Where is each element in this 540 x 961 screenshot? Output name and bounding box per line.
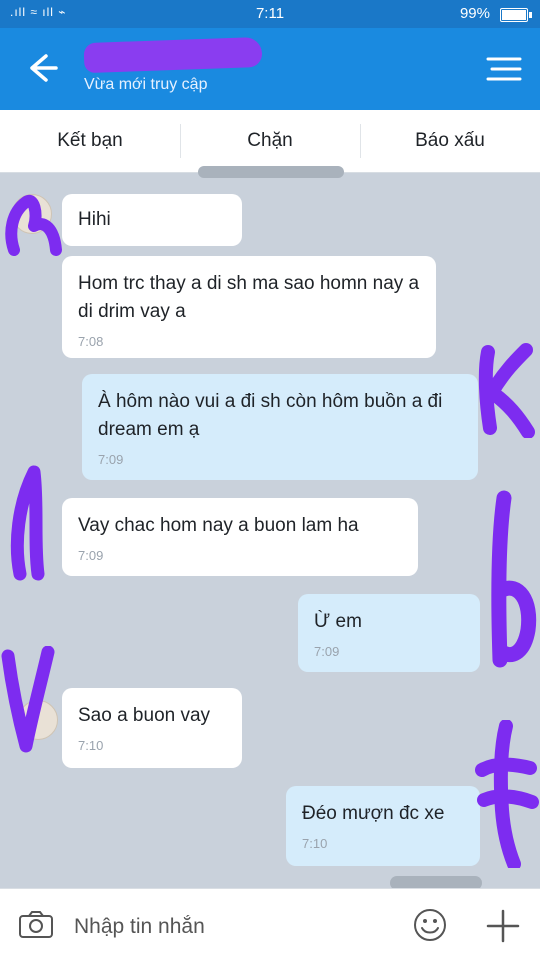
message-bubble-incoming[interactable]: Hom trc thay a di sh ma sao homn nay a d… — [62, 256, 436, 358]
message-bubble-outgoing[interactable]: Đéo mượn đc xe 7:10 — [286, 786, 480, 866]
plus-icon[interactable] — [486, 909, 520, 943]
message-bubble-incoming[interactable]: Hihi — [62, 194, 242, 246]
message-time: 7:09 — [314, 644, 340, 659]
message-list[interactable]: Hihi Hom trc thay a di sh ma sao homn na… — [0, 166, 540, 888]
add-friend-button[interactable]: Kết bạn — [0, 110, 180, 172]
message-text: À hôm nào vui a đi sh còn hôm buồn a đi … — [98, 391, 443, 440]
redaction-scribble — [478, 343, 535, 438]
message-text: Vay chac hom nay a buon lam ha — [78, 515, 359, 536]
message-bubble-incoming[interactable]: Sao a buon vay 7:10 — [62, 688, 242, 768]
redaction-scribble — [5, 194, 62, 256]
message-text: Sao a buon vay — [78, 705, 211, 726]
message-time: 7:10 — [302, 836, 328, 851]
chat-header: Vừa mới truy cập — [0, 28, 540, 110]
contact-action-bar: Kết bạn Chặn Báo xấu — [0, 110, 540, 173]
message-text: Hihi — [78, 209, 111, 230]
message-bubble-outgoing[interactable]: À hôm nào vui a đi sh còn hôm buồn a đi … — [82, 374, 478, 480]
last-seen-status: Vừa mới truy cập — [84, 76, 208, 93]
arrow-left-icon[interactable] — [18, 48, 62, 88]
redacted-contact-name — [83, 36, 263, 74]
battery-icon — [500, 8, 532, 22]
emoji-icon[interactable] — [412, 907, 448, 943]
message-input[interactable] — [72, 909, 396, 945]
redaction-scribble — [1, 646, 55, 753]
message-text: Ừ em — [314, 611, 362, 632]
message-time: 7:09 — [98, 452, 124, 467]
message-time: 7:10 — [78, 738, 104, 753]
message-bubble-outgoing[interactable]: Ừ em 7:09 — [298, 594, 480, 672]
message-text: Đéo mượn đc xe — [302, 803, 445, 824]
battery-percent: 99% — [459, 5, 490, 22]
redaction-scribble — [475, 720, 539, 868]
message-composer — [0, 888, 540, 961]
date-separator — [198, 166, 344, 178]
redaction-scribble — [491, 490, 537, 668]
message-bubble-incoming[interactable]: Vay chac hom nay a buon lam ha 7:09 — [62, 498, 418, 576]
block-button[interactable]: Chặn — [180, 110, 360, 172]
menu-icon[interactable] — [484, 54, 524, 84]
message-text: Hom trc thay a di sh ma sao homn nay a d… — [78, 273, 420, 322]
report-button[interactable]: Báo xấu — [360, 110, 540, 172]
status-bar: .ıll ≈ ıll ⌁ 7:11 99% — [0, 0, 540, 28]
message-time: 7:09 — [78, 548, 104, 563]
camera-icon[interactable] — [18, 911, 54, 939]
redaction-scribble — [10, 465, 45, 581]
message-time: 7:08 — [78, 334, 104, 349]
